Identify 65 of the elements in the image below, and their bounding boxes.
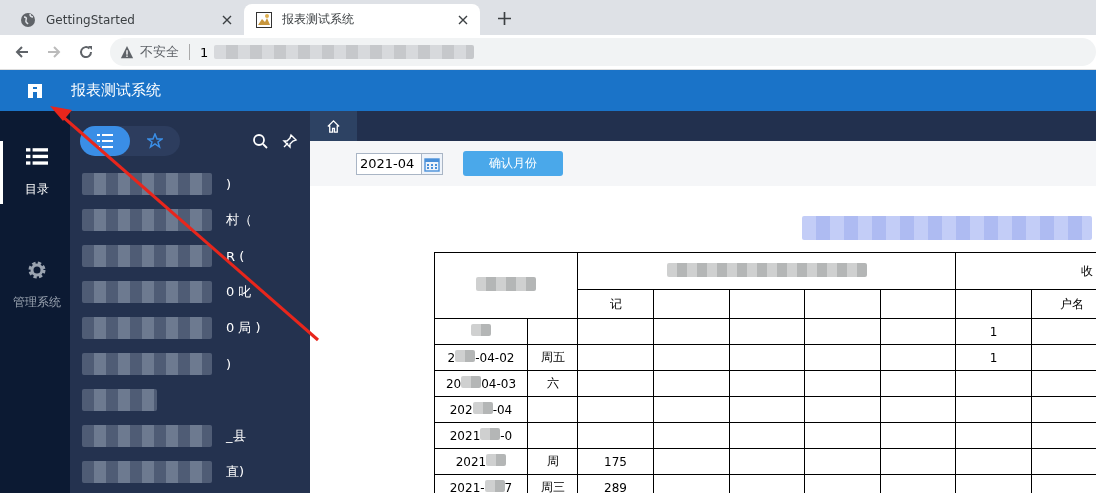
table-cell: 1 <box>955 318 1032 345</box>
rail-item[interactable]: 管理系统 <box>0 254 70 317</box>
redaction-block <box>476 277 536 291</box>
item-text-fragment: 直) <box>226 463 245 481</box>
date-fragment: 2021 <box>449 429 481 443</box>
date-fragment: 2021 <box>455 455 487 469</box>
redaction-block <box>471 324 491 336</box>
list-icon <box>97 134 113 148</box>
table-cell: 1 <box>955 344 1032 371</box>
table-cell: 周 <box>527 448 578 475</box>
tree-item[interactable]: 0 局 ) <box>70 310 310 346</box>
item-text-fragment: 0 局 ) <box>226 319 261 337</box>
redaction-block <box>486 454 507 466</box>
reload-icon[interactable] <box>78 44 94 60</box>
close-icon[interactable] <box>222 14 232 25</box>
date-fragment: 20 <box>445 377 462 391</box>
table-cell: 周五 <box>527 344 578 371</box>
date-fragment: 7 <box>504 481 513 493</box>
redaction-block <box>480 428 501 440</box>
date-fragment: 2 <box>447 351 456 365</box>
warning-icon <box>120 45 134 59</box>
tree-item[interactable]: _县 <box>70 418 310 454</box>
item-text-fragment: 0 叱 <box>226 283 252 301</box>
date-fragment: -04-02 <box>475 351 515 365</box>
redaction-block <box>455 350 476 362</box>
tree-item[interactable]: ) <box>70 166 310 202</box>
date-fragment: 04-03 <box>481 377 517 391</box>
redaction-block <box>484 480 505 492</box>
pin-icon[interactable] <box>282 133 298 149</box>
url-text: 1 <box>200 44 209 60</box>
globe-icon <box>20 11 36 28</box>
calendar-icon[interactable] <box>422 152 443 175</box>
home-tab[interactable] <box>310 111 357 141</box>
tree-item[interactable]: ) <box>70 346 310 382</box>
table-header: 记 <box>577 289 654 319</box>
security-label: 不安全 <box>140 43 179 61</box>
close-icon[interactable] <box>458 14 468 25</box>
toggle-option[interactable] <box>80 126 130 156</box>
item-text-fragment: 村（ <box>226 211 252 229</box>
item-text-fragment: ) <box>226 356 232 372</box>
table-header: 收 <box>955 252 1096 290</box>
browser-tab[interactable]: 报表测试系统 <box>244 4 480 35</box>
tree-item[interactable]: 村（ <box>70 202 310 238</box>
table-cell: 六 <box>527 370 578 397</box>
table-cell: 175 <box>577 448 654 475</box>
month-field[interactable]: 2021-04 <box>356 152 422 175</box>
date-fragment: 2021- <box>449 481 485 493</box>
star-icon <box>147 133 163 149</box>
search-icon[interactable] <box>252 133 268 149</box>
date-fragment: -04 <box>492 403 513 417</box>
new-tab-icon[interactable] <box>498 12 511 25</box>
app-title: 报表测试系统 <box>71 81 161 100</box>
tree-item[interactable]: 直) <box>70 454 310 490</box>
browser-tab[interactable]: GettingStarted <box>8 4 244 35</box>
item-text-fragment: ) <box>226 176 232 192</box>
date-fragment: -0 <box>500 429 513 443</box>
date-fragment: 202 <box>449 403 473 417</box>
list-icon <box>25 147 48 167</box>
item-text-fragment: _县 <box>226 427 246 445</box>
address-bar[interactable]: 不安全 1 <box>110 38 1096 66</box>
home-icon <box>326 118 341 134</box>
redaction-block <box>461 376 482 388</box>
redaction-block <box>472 402 493 414</box>
tree-item[interactable]: 0 叱 <box>70 274 310 310</box>
back-icon[interactable] <box>14 44 30 60</box>
